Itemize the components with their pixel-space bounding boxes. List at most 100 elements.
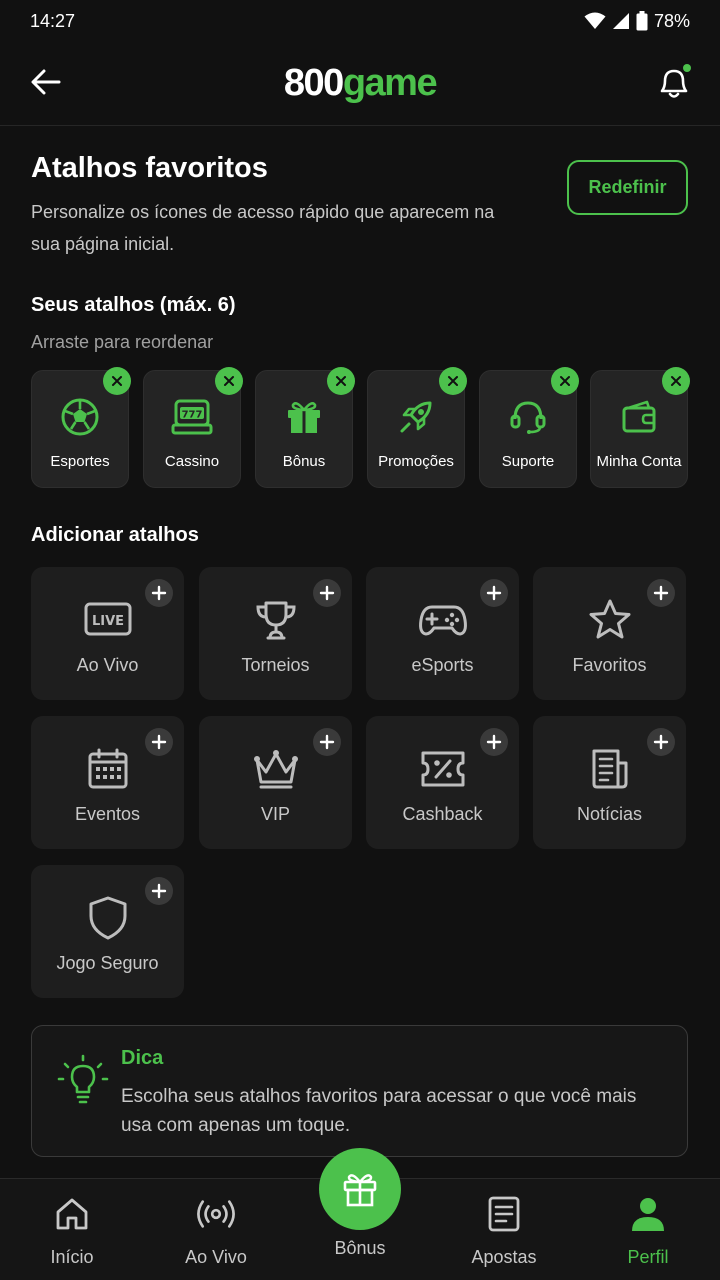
add-shortcut-button[interactable] [313,728,341,756]
plus-icon [151,883,167,899]
add-shortcut-label: Torneios [241,655,310,675]
remove-shortcut-button[interactable] [662,367,690,395]
nav-item-bonus-fab[interactable] [319,1148,401,1230]
plus-icon [486,585,502,601]
nav-item-apostas[interactable]: Apostas [432,1179,576,1280]
nav-label: Início [50,1247,94,1267]
add-shortcut-noticias[interactable]: Notícias [533,716,686,849]
reset-button[interactable]: Redefinir [567,160,688,215]
tip-text: Escolha seus atalhos favoritos para aces… [121,1086,637,1136]
star-icon [585,597,635,643]
user-icon [629,1195,667,1233]
rocket-icon [394,395,438,439]
calendar-icon [83,746,133,792]
plus-icon [319,734,335,750]
gift-icon [282,395,326,439]
nav-label-bonus: Bônus [334,1238,386,1258]
newspaper-icon [585,746,635,792]
back-button[interactable] [26,62,66,102]
close-icon [560,376,570,386]
add-shortcut-button[interactable] [145,579,173,607]
nav-item-perfil[interactable]: Perfil [576,1179,720,1280]
live-tv-icon: LIVE [83,597,133,643]
add-shortcut-button[interactable] [647,728,675,756]
add-shortcuts-section-title: Adicionar atalhos [31,524,199,546]
close-icon [112,376,122,386]
remove-shortcut-button[interactable] [103,367,131,395]
add-shortcut-eventos[interactable]: Eventos [31,716,184,849]
tip-title: Dica [121,1047,164,1069]
nav-item-inicio[interactable]: Início [0,1179,144,1280]
add-shortcut-button[interactable] [313,579,341,607]
add-shortcut-ao-vivo[interactable]: LIVE Ao Vivo [31,567,184,700]
svg-text:LIVE: LIVE [91,614,123,629]
add-shortcut-jogo-seguro[interactable]: Jogo Seguro [31,865,184,998]
close-icon [336,376,346,386]
favorites-section-subtitle: Arraste para reordenar [31,332,214,352]
plus-icon [653,734,669,750]
favorite-shortcut-cassino[interactable]: 777 Cassino [143,367,243,488]
add-shortcut-label: Favoritos [572,655,647,675]
wifi-icon [584,12,606,29]
favorite-shortcut-bonus[interactable]: Bônus [255,367,355,488]
nav-label: Perfil [627,1247,669,1267]
close-icon [671,376,681,386]
gamepad-icon [418,597,468,643]
add-shortcut-label: Notícias [576,804,643,824]
add-shortcut-button[interactable] [145,728,173,756]
remove-shortcut-button[interactable] [215,367,243,395]
add-shortcut-label: Eventos [74,804,141,824]
favorite-shortcut-label: Cassino [164,453,220,470]
add-shortcut-button[interactable] [480,728,508,756]
favorite-shortcut-label: Esportes [50,453,110,470]
crown-icon [251,746,301,792]
plus-icon [486,734,502,750]
add-shortcut-button[interactable] [145,877,173,905]
lightbulb-icon [57,1054,109,1104]
nav-item-ao-vivo[interactable]: Ao Vivo [144,1179,288,1280]
plus-icon [319,585,335,601]
add-shortcut-button[interactable] [647,579,675,607]
bet-slip-icon [485,1195,523,1233]
favorite-shortcut-label: Bônus [282,453,326,470]
remove-shortcut-button[interactable] [439,367,467,395]
remove-shortcut-button[interactable] [327,367,355,395]
add-shortcut-label: Cashback [402,804,483,824]
slot-machine-icon: 777 [170,395,214,439]
add-shortcut-esports[interactable]: eSports [366,567,519,700]
add-shortcut-torneios[interactable]: Torneios [199,567,352,700]
remove-shortcut-button[interactable] [551,367,579,395]
plus-icon [653,585,669,601]
tip-card: Dica Escolha seus atalhos favoritos para… [31,1025,688,1157]
favorite-shortcut-suporte[interactable]: Suporte [479,367,579,488]
add-shortcut-label: eSports [411,655,474,675]
add-shortcut-button[interactable] [480,579,508,607]
status-bar: 14:27 78% [0,0,720,42]
favorites-section-title: Seus atalhos (máx. 6) [31,294,236,316]
brand-logo: 800game [283,62,438,105]
app-header: 800game [0,42,720,126]
add-shortcut-vip[interactable]: VIP [199,716,352,849]
favorite-shortcut-label: Suporte [501,453,555,470]
favorite-shortcut-label: Promoções [378,453,454,470]
favorite-shortcut-minha-conta[interactable]: Minha Conta [590,367,690,488]
signal-icon [612,13,629,29]
status-icons: 78% [584,11,690,32]
add-shortcut-label: Jogo Seguro [56,953,159,973]
battery-level: 78% [653,10,690,31]
add-shortcut-cashback[interactable]: Cashback [366,716,519,849]
favorite-shortcut-label: Minha Conta [596,453,682,470]
wallet-icon [617,395,661,439]
close-icon [448,376,458,386]
notifications-button[interactable] [652,60,696,104]
battery-icon [636,11,648,31]
logo-number: 800 [283,62,344,104]
close-icon [224,376,234,386]
favorite-shortcut-esportes[interactable]: Esportes [31,367,131,488]
favorite-shortcut-promocoes[interactable]: Promoções [367,367,467,488]
nav-label: Apostas [471,1247,537,1267]
add-shortcut-favoritos[interactable]: Favoritos [533,567,686,700]
status-time: 14:27 [30,10,76,31]
headset-icon [506,395,550,439]
ticket-percent-icon [418,746,468,792]
